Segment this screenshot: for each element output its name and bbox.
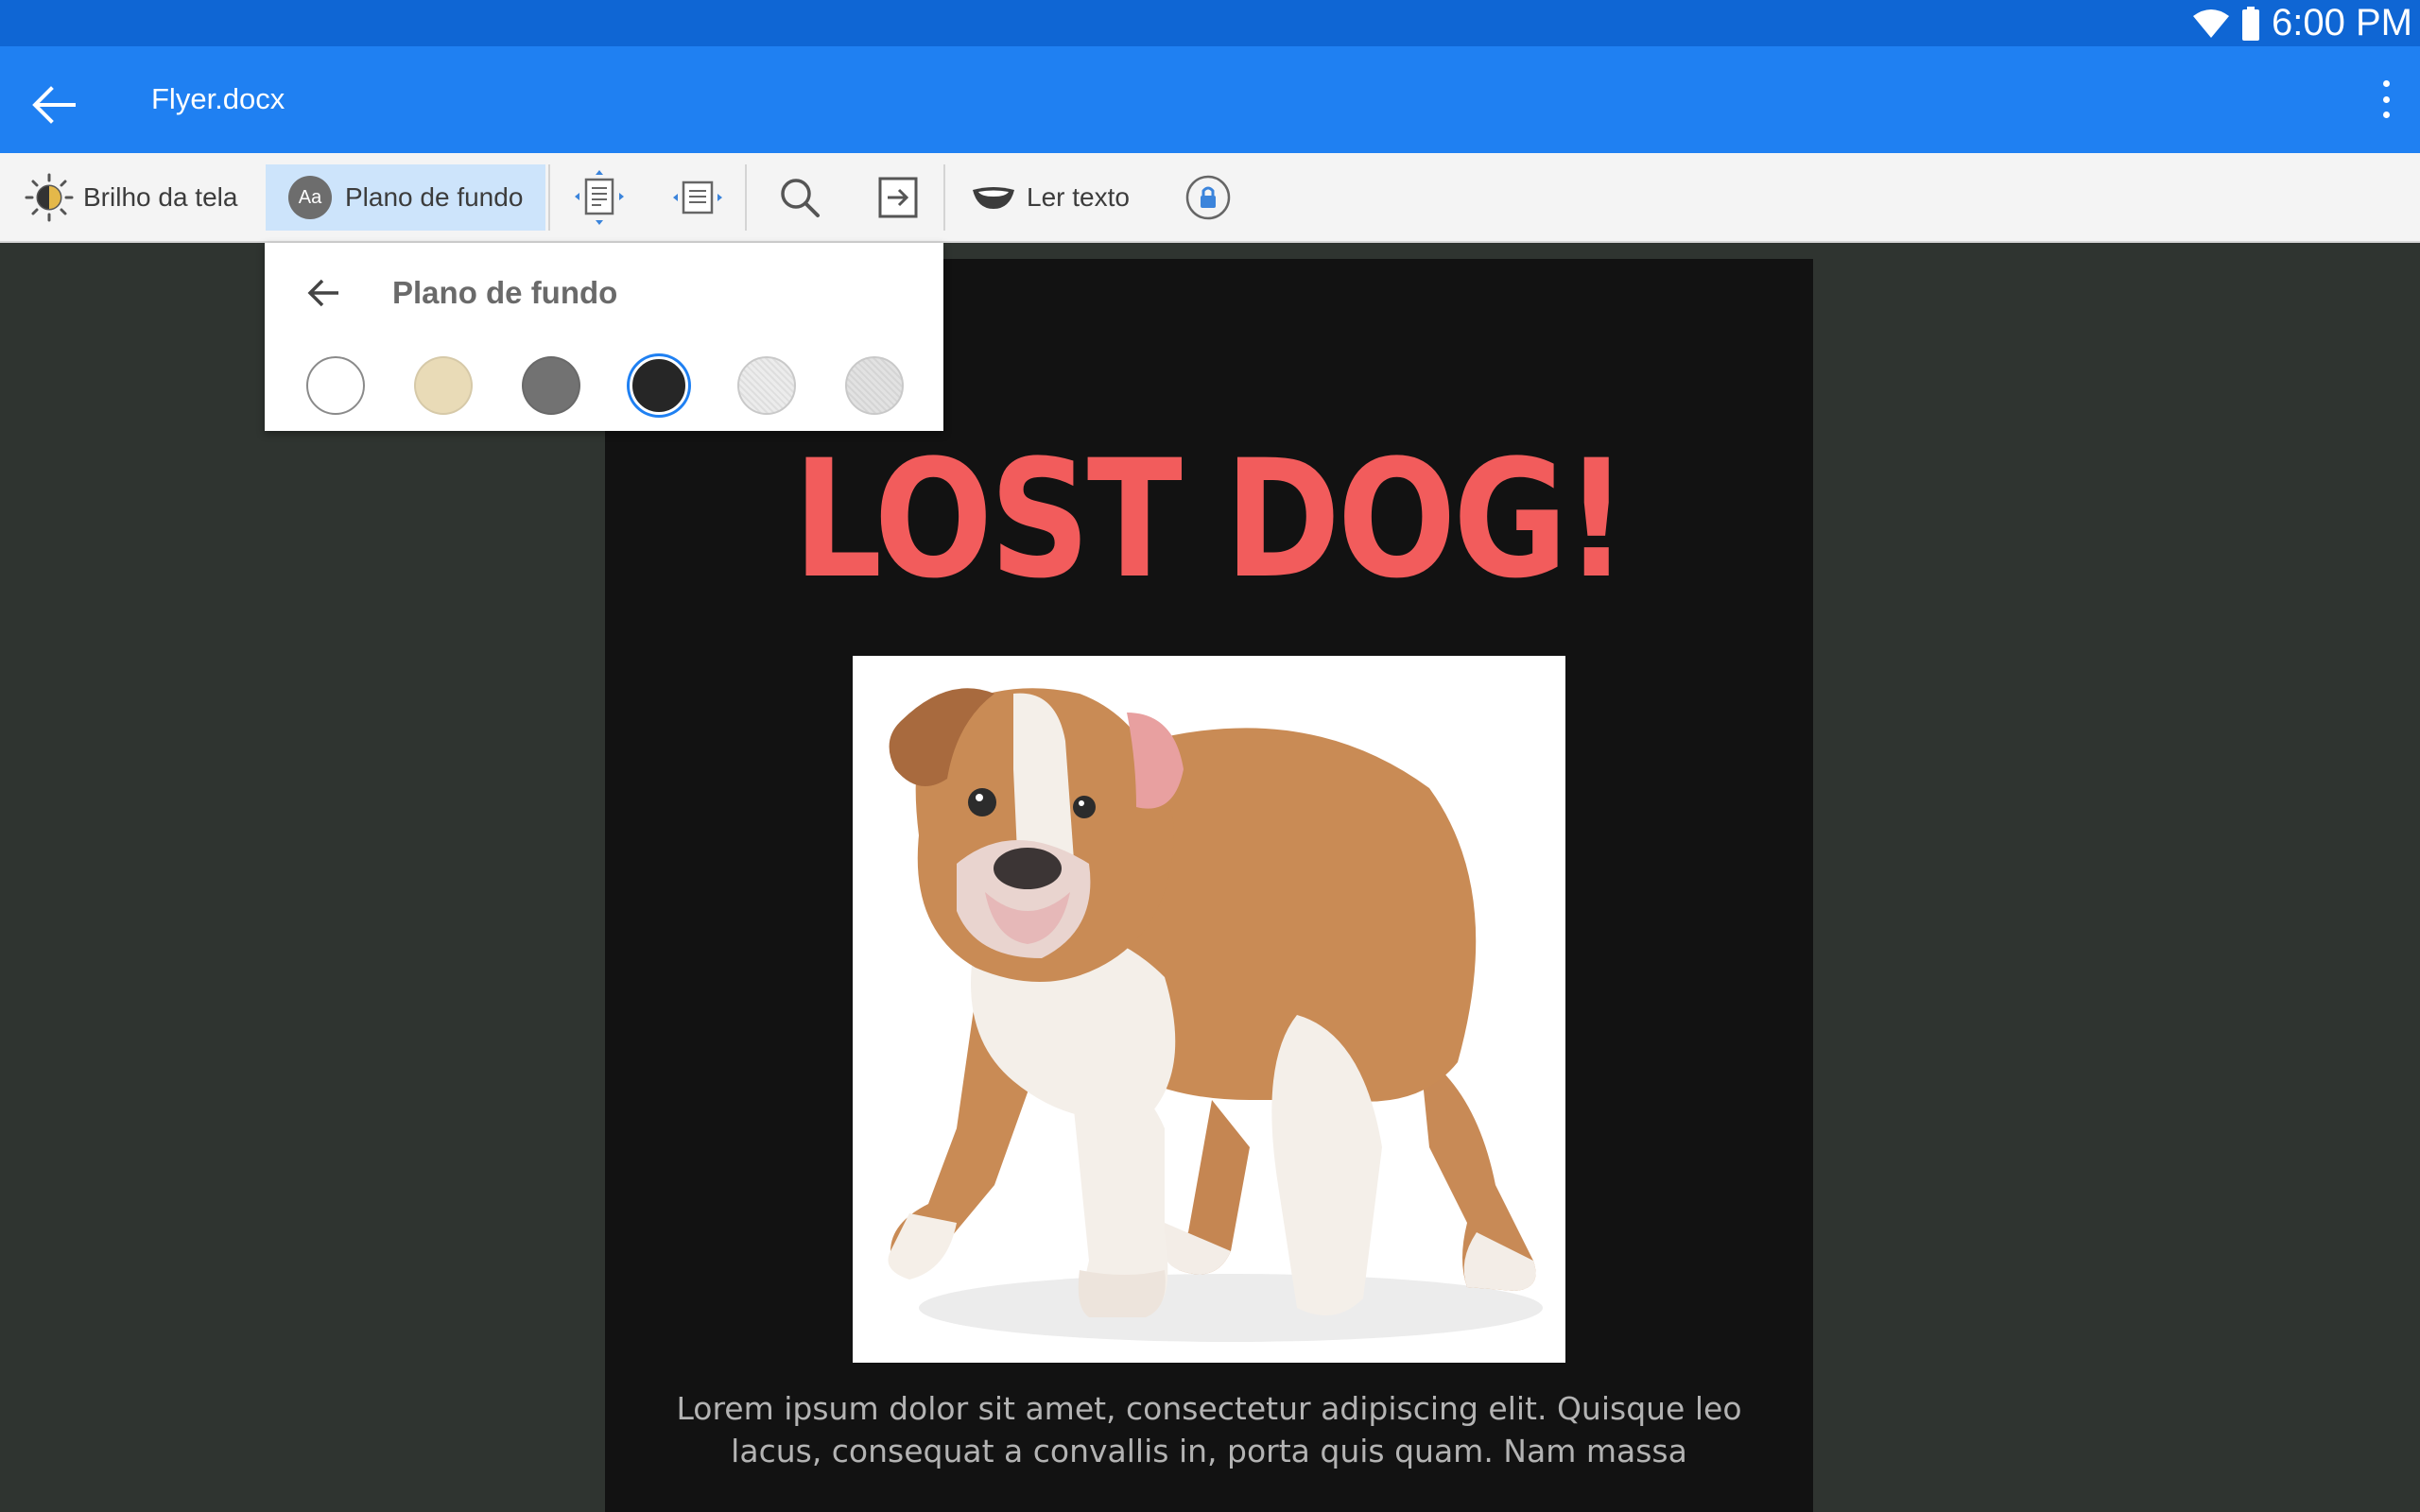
status-time: 6:00 PM xyxy=(2272,2,2412,43)
toolbar-divider xyxy=(745,164,747,231)
arrow-back-icon[interactable] xyxy=(26,78,79,131)
read-text-button[interactable]: Ler texto xyxy=(970,164,1130,231)
search-button[interactable] xyxy=(771,164,828,231)
background-swatch-black[interactable] xyxy=(630,356,688,415)
more-vert-icon[interactable] xyxy=(2367,75,2405,124)
fit-page-icon xyxy=(575,170,624,225)
flyer-body-text: Lorem ipsum dolor sit amet, consectetur … xyxy=(605,1387,1813,1472)
popup-title: Plano de fundo xyxy=(392,275,618,310)
go-to-page-button[interactable] xyxy=(870,164,926,231)
background-swatch-white[interactable] xyxy=(306,356,365,415)
app-bar: Flyer.docx xyxy=(0,46,2420,153)
document-page: LOST DOG! Lorem ipsum dolor sit amet, co… xyxy=(605,259,1813,1512)
read-aloud-icon xyxy=(973,187,1014,209)
lock-rotation-icon xyxy=(1185,175,1231,220)
status-icons: 6:00 PM xyxy=(2192,0,2412,46)
toolbar-divider xyxy=(943,164,945,231)
body-text-line: lacus, consequat a convallis in, porta q… xyxy=(731,1433,1687,1469)
background-swatch-sepia[interactable] xyxy=(414,356,473,415)
status-bar: 6:00 PM xyxy=(0,0,2420,46)
read-text-label: Ler texto xyxy=(1027,182,1130,212)
body-text-line: Lorem ipsum dolor sit amet, consectetur … xyxy=(676,1390,1742,1427)
go-to-page-icon xyxy=(878,177,918,218)
background-icon: Aa xyxy=(288,176,332,219)
document-title: Flyer.docx xyxy=(151,82,285,115)
background-button[interactable]: Aa Plano de fundo xyxy=(266,164,545,231)
wifi-icon xyxy=(2193,9,2230,38)
dog-illustration xyxy=(888,688,1543,1342)
brightness-label: Brilho da tela xyxy=(83,182,238,212)
view-toolbar: Brilho da tela Aa Plano de fundo Ler tex… xyxy=(0,153,2420,243)
fit-width-button[interactable] xyxy=(669,164,726,231)
lock-rotation-button[interactable] xyxy=(1180,164,1236,231)
background-popup: Plano de fundo xyxy=(265,243,943,431)
arrow-back-icon[interactable] xyxy=(302,271,346,315)
search-icon xyxy=(781,179,820,217)
flyer-headline: LOST DOG! xyxy=(792,424,1629,614)
toolbar-divider xyxy=(548,164,550,231)
fit-width-icon xyxy=(673,180,722,215)
background-swatch-gray[interactable] xyxy=(522,356,580,415)
brightness-icon xyxy=(25,173,74,222)
background-swatch-texture-paper[interactable] xyxy=(845,356,904,415)
background-label: Plano de fundo xyxy=(345,182,524,212)
bulldog-puppy-photo xyxy=(853,656,1565,1363)
battery-icon xyxy=(2242,6,2260,41)
brightness-button[interactable]: Brilho da tela xyxy=(25,164,237,231)
background-swatch-texture-light[interactable] xyxy=(737,356,796,415)
fit-page-button[interactable] xyxy=(571,164,628,231)
